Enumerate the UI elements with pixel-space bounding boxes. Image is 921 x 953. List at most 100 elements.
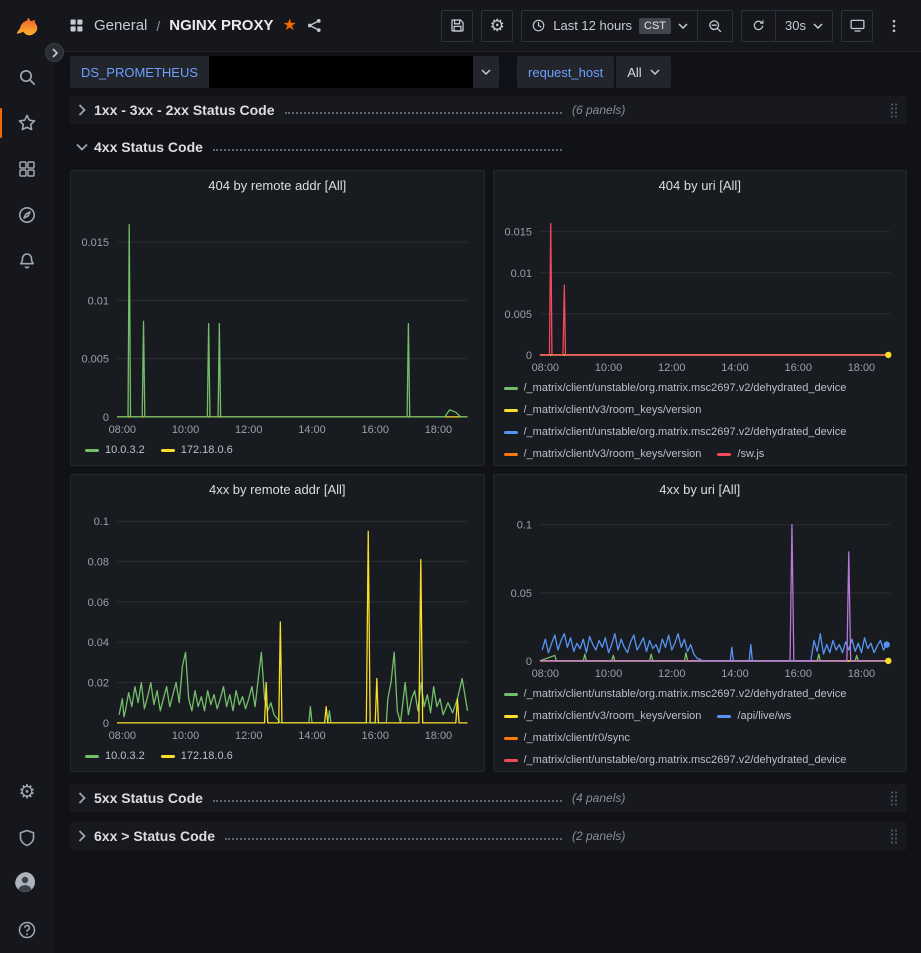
panel-legend: 10.0.3.2 172.18.0.6 — [71, 745, 484, 771]
panel-count: (6 panels) — [572, 103, 625, 117]
svg-text:10:00: 10:00 — [594, 668, 621, 680]
row-drag-handle[interactable] — [889, 102, 899, 118]
legend-item[interactable]: 172.18.0.6 — [161, 441, 233, 459]
row-title-wrap: 4xx Status Code — [94, 139, 572, 155]
svg-text:0.02: 0.02 — [88, 678, 109, 690]
legend-item[interactable]: /_matrix/client/unstable/org.matrix.msc2… — [504, 751, 847, 769]
legend-item[interactable]: /_matrix/client/v3/room_keys/version — [504, 401, 702, 419]
sidebar-item-help[interactable] — [0, 907, 54, 953]
svg-text:0.015: 0.015 — [82, 237, 109, 249]
row-title: 4xx Status Code — [94, 139, 203, 155]
row-4xx[interactable]: 4xx Status Code — [70, 134, 907, 160]
legend-item[interactable]: 172.18.0.6 — [161, 747, 233, 765]
dotted-leader — [213, 149, 562, 151]
legend-item[interactable]: /api/live/ws — [717, 707, 791, 725]
row-drag-handle[interactable] — [889, 790, 899, 806]
time-range-button[interactable]: Last 12 hours CST — [522, 11, 697, 41]
legend-item[interactable]: /_matrix/client/unstable/org.matrix.msc2… — [504, 685, 847, 703]
panel-title[interactable]: 404 by remote addr [All] — [71, 171, 484, 199]
legend-item[interactable]: 10.0.3.2 — [85, 441, 145, 459]
svg-text:0: 0 — [525, 350, 531, 362]
legend-label: /_matrix/client/unstable/org.matrix.msc2… — [524, 382, 847, 394]
svg-text:08:00: 08:00 — [109, 730, 136, 742]
legend-item[interactable]: /_matrix/client/v3/room_keys/version — [504, 707, 702, 725]
breadcrumb-folder[interactable]: General — [94, 17, 147, 34]
refresh-icon — [751, 18, 766, 33]
zoom-out-button[interactable] — [697, 11, 732, 41]
refresh-interval-dropdown[interactable]: 30s — [775, 11, 832, 41]
legend-item[interactable]: /_matrix/client/unstable/org.matrix.msc2… — [504, 423, 847, 441]
grafana-logo[interactable] — [12, 12, 42, 46]
svg-text:0: 0 — [103, 718, 109, 730]
time-range-label: Last 12 hours — [553, 18, 632, 33]
legend-item[interactable]: /_matrix/client/r0/sync — [504, 729, 630, 747]
variable-value-request-host[interactable]: All — [616, 56, 670, 88]
svg-text:18:00: 18:00 — [425, 730, 452, 742]
timeseries-chart[interactable]: 00.050.108:0010:0012:0014:0016:0018:00 — [494, 503, 907, 683]
svg-text:0.015: 0.015 — [504, 227, 531, 239]
legend-swatch — [717, 453, 731, 456]
legend-label: /_matrix/client/r0/sync — [524, 732, 630, 744]
sidebar-item-search[interactable] — [0, 54, 54, 100]
sidebar-item-starred[interactable] — [0, 100, 54, 146]
dashboard-settings-button[interactable]: ⚙ — [481, 10, 513, 42]
sidebar-item-server-admin[interactable] — [0, 815, 54, 861]
sidebar-item-alerting[interactable] — [0, 238, 54, 284]
toolbar: ⚙ Last 12 hours CST 30s — [441, 10, 907, 42]
share-icon[interactable] — [306, 17, 323, 34]
save-dashboard-button[interactable] — [441, 10, 473, 42]
sidebar-item-dashboards[interactable] — [0, 146, 54, 192]
row-title: 1xx - 3xx - 2xx Status Code — [94, 102, 275, 118]
variables-bar: DS_PROMETHEUS request_host All — [54, 52, 921, 92]
timeseries-chart[interactable]: 00.0050.010.01508:0010:0012:0014:0016:00… — [71, 199, 484, 439]
legend-item[interactable]: 10.0.3.2 — [85, 747, 145, 765]
sidebar-expand-button[interactable] — [45, 43, 64, 62]
legend-item[interactable]: /sw.js — [717, 445, 764, 463]
timeseries-chart[interactable]: 00.0050.010.01508:0010:0012:0014:0016:00… — [494, 199, 907, 377]
sidebar-item-configuration[interactable]: ⚙ — [0, 769, 54, 815]
row-1xx-3xx-2xx[interactable]: 1xx - 3xx - 2xx Status Code (6 panels) — [70, 96, 907, 124]
svg-text:0.01: 0.01 — [88, 295, 109, 307]
gear-icon: ⚙ — [490, 17, 505, 34]
panel-grid: 404 by remote addr [All] 0 0.005 0.01 0.015… — [70, 170, 907, 772]
svg-text:12:00: 12:00 — [658, 668, 685, 680]
panel-title[interactable]: 4xx by remote addr [All] — [71, 475, 484, 503]
tv-mode-button[interactable] — [841, 10, 873, 42]
svg-text:0.005: 0.005 — [82, 354, 109, 366]
legend-item[interactable]: /_matrix/client/unstable/org.matrix.msc2… — [504, 379, 847, 397]
svg-text:14:00: 14:00 — [721, 668, 748, 680]
legend-swatch — [504, 387, 518, 390]
variable-value-ds-prometheus[interactable] — [209, 56, 499, 88]
sidebar-item-profile[interactable] — [0, 861, 54, 907]
dashboard-title[interactable]: NGINX PROXY — [169, 17, 273, 34]
svg-text:10:00: 10:00 — [172, 730, 199, 742]
breadcrumb-separator: / — [156, 18, 160, 34]
timeseries-chart[interactable]: 00.020.040.060.080.108:0010:0012:0014:00… — [71, 503, 484, 745]
row-6xx[interactable]: 6xx > Status Code (2 panels) — [70, 822, 907, 850]
gear-icon: ⚙ — [18, 783, 35, 802]
row-title: 6xx > Status Code — [94, 828, 215, 844]
svg-text:08:00: 08:00 — [531, 362, 558, 374]
panel-title[interactable]: 4xx by uri [All] — [494, 475, 907, 503]
grafana-flame-icon — [12, 14, 42, 44]
sidebar-item-explore[interactable] — [0, 192, 54, 238]
favorite-star-icon[interactable]: ★ — [282, 18, 296, 34]
svg-text:14:00: 14:00 — [298, 730, 325, 742]
variable-label-request-host: request_host — [517, 56, 614, 88]
refresh-interval-label: 30s — [785, 18, 806, 33]
svg-text:10:00: 10:00 — [172, 424, 199, 436]
row-drag-handle[interactable] — [889, 828, 899, 844]
time-picker-group: Last 12 hours CST — [521, 10, 733, 42]
legend-swatch — [504, 759, 518, 762]
legend-item[interactable]: /_matrix/client/v3/room_keys/version — [504, 445, 702, 463]
chevron-down-icon — [678, 23, 688, 29]
legend-label: 172.18.0.6 — [181, 750, 233, 762]
svg-text:0.1: 0.1 — [516, 520, 531, 532]
svg-text:16:00: 16:00 — [361, 424, 388, 436]
svg-text:18:00: 18:00 — [847, 668, 874, 680]
more-options-button[interactable] — [881, 10, 907, 42]
panel-title[interactable]: 404 by uri [All] — [494, 171, 907, 199]
panel-legend: 10.0.3.2 172.18.0.6 — [71, 439, 484, 465]
row-5xx[interactable]: 5xx Status Code (4 panels) — [70, 784, 907, 812]
refresh-button[interactable] — [742, 11, 775, 41]
